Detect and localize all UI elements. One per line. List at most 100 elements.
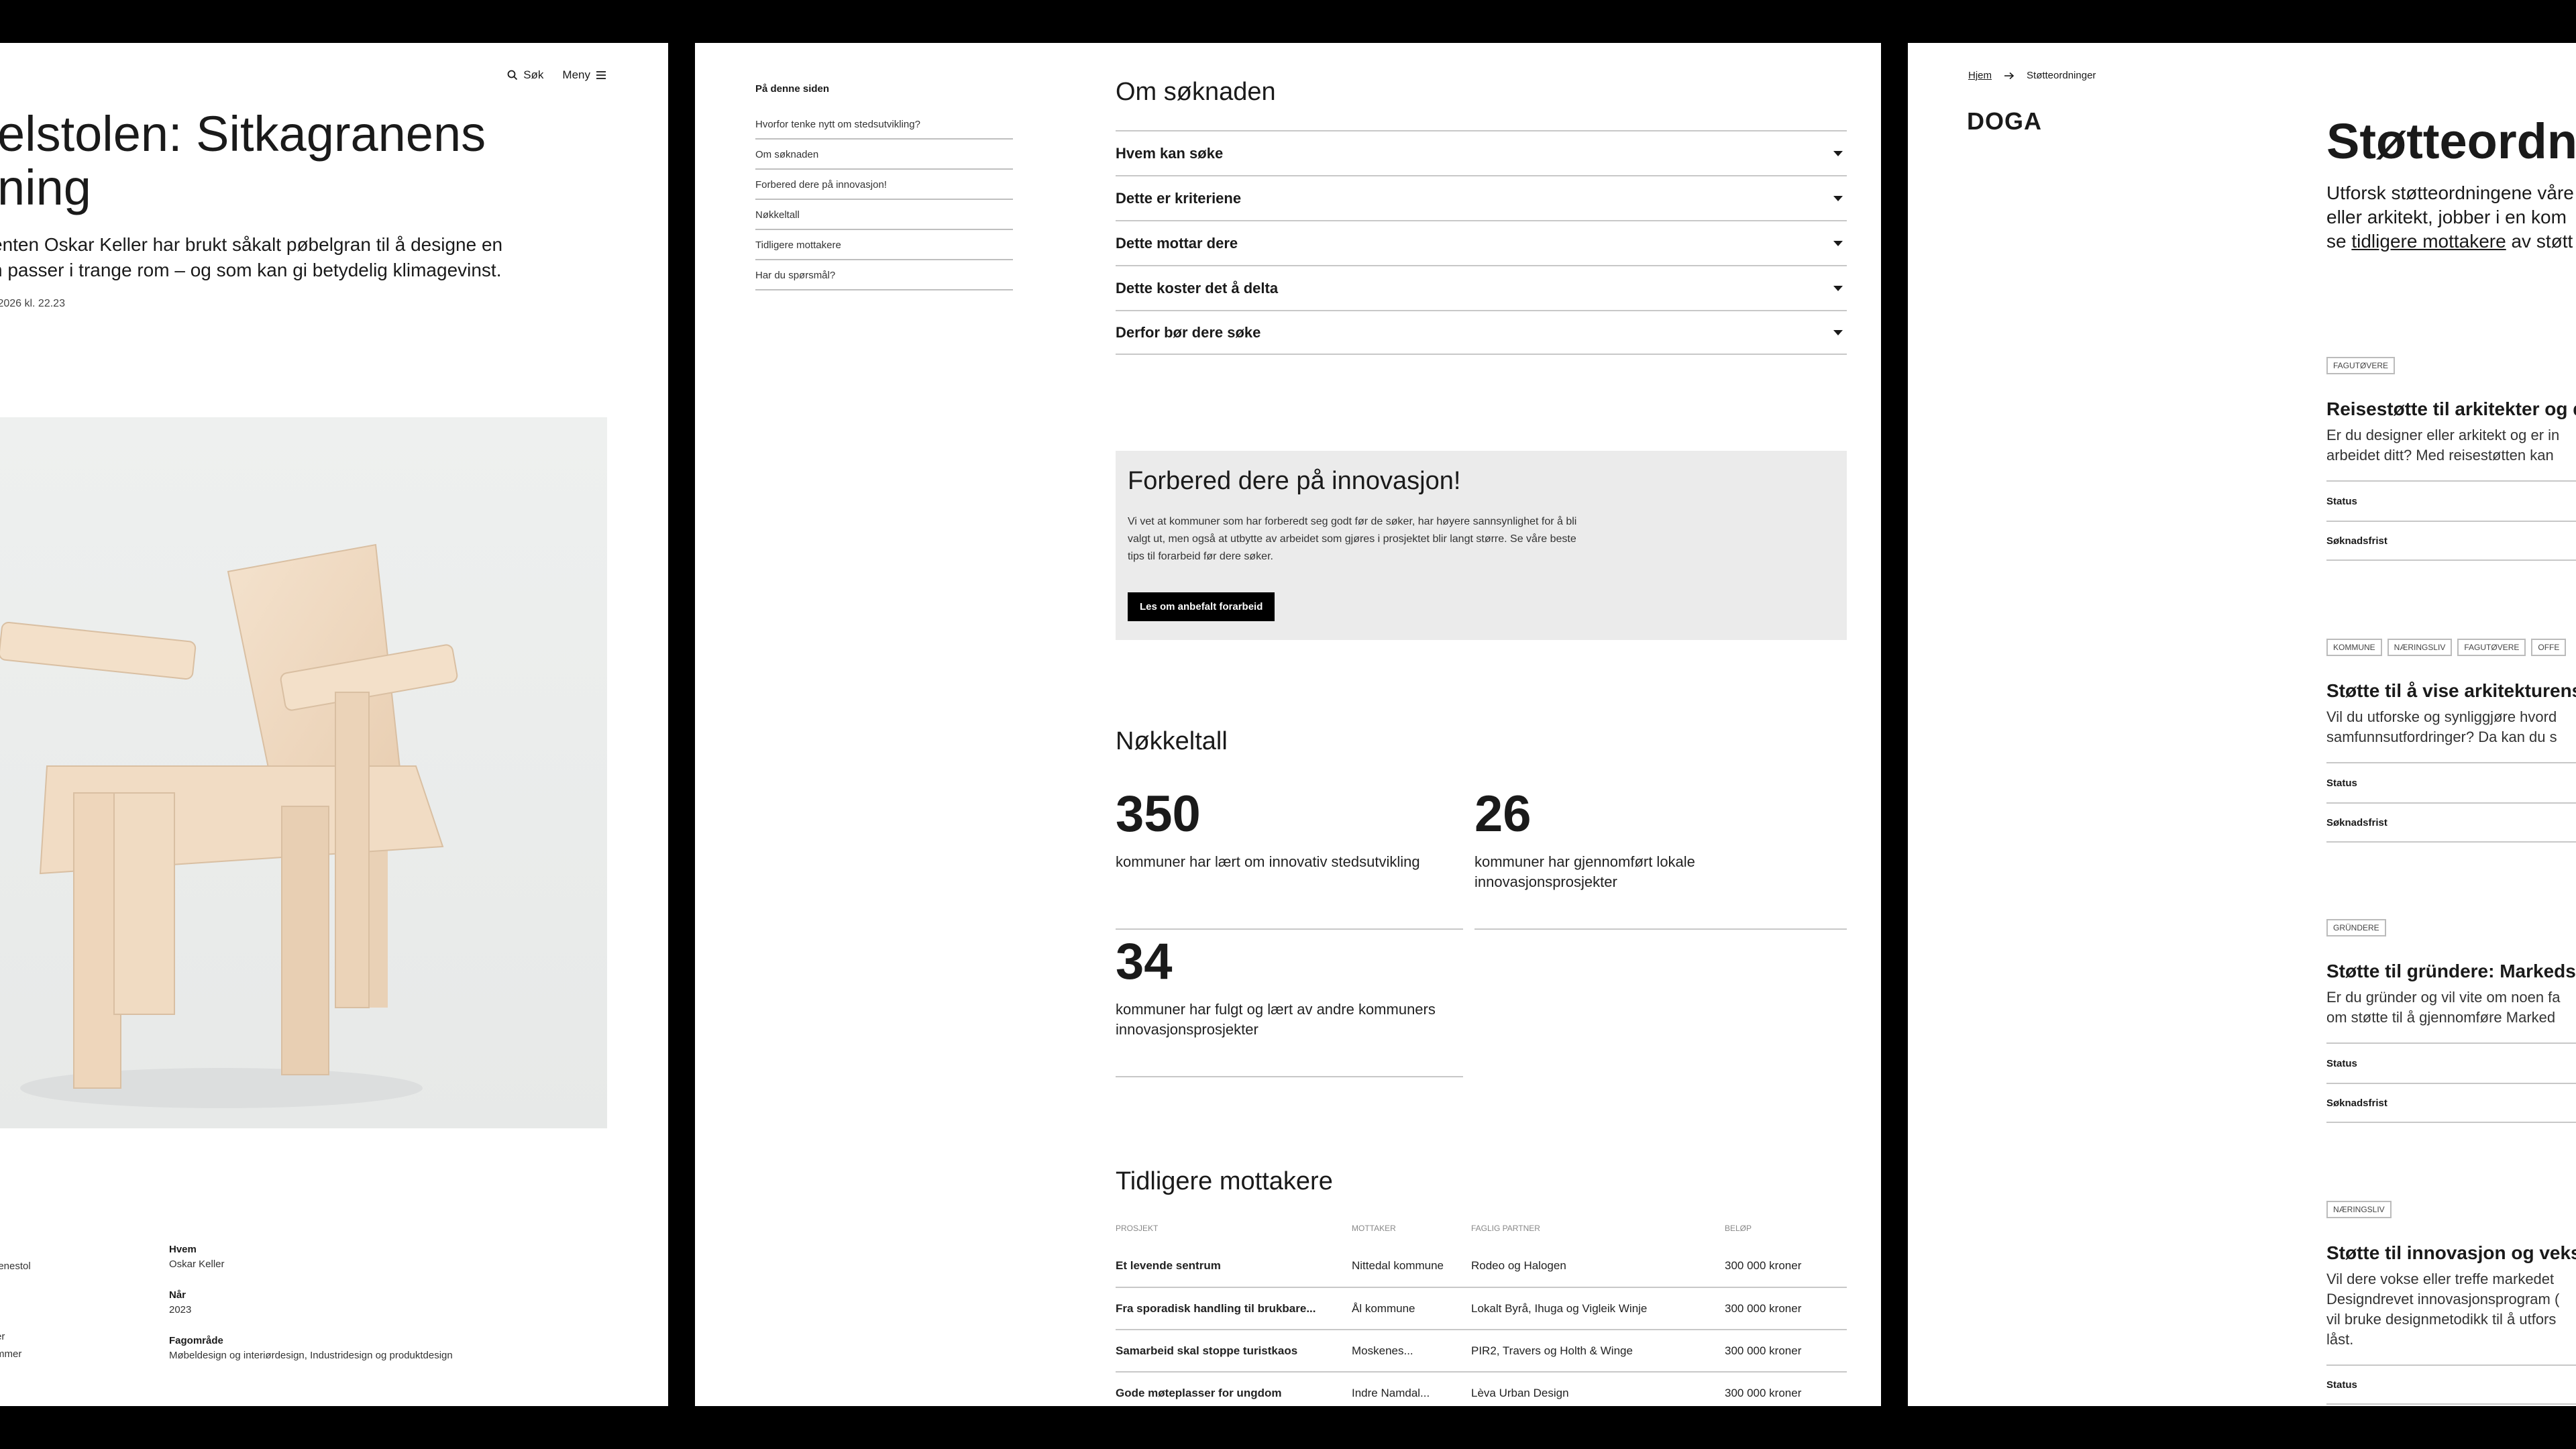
cell-recipient: Nittedal kommune xyxy=(1352,1245,1471,1288)
search-icon xyxy=(507,70,518,80)
caret-down-icon xyxy=(1833,150,1843,156)
audience-tag: FAGUTØVERE xyxy=(2326,357,2396,374)
cell-amount: 300 000 kroner xyxy=(1725,1330,1847,1373)
stat-number: 350 xyxy=(1116,786,1201,843)
tag-list: GRÜNDERE xyxy=(2326,919,2576,936)
info-who: Hvem Oskar Keller xyxy=(169,1242,545,1272)
card-title[interactable]: Støtte til gründere: Markedsk xyxy=(2326,961,2576,982)
stats-heading: Nøkkeltall xyxy=(1116,727,1228,755)
accordion-label: Hvem kan søke xyxy=(1116,144,1224,162)
stat-description: kommuner har fulgt og lært av andre komm… xyxy=(1116,1001,1436,1038)
status-row: Status xyxy=(2326,762,2576,802)
deadline-row: Søknadsfrist xyxy=(2326,802,2576,843)
search-button[interactable]: Søk xyxy=(507,68,543,82)
menu-button[interactable]: Meny xyxy=(562,68,606,82)
tag-list: KOMMUNE NÆRINGSLIV FAGUTØVERE OFFE xyxy=(2326,639,2576,656)
card-text: Vil du utforske og synliggjøre hvord sam… xyxy=(2326,708,2557,745)
toc-link[interactable]: Nøkkeltall xyxy=(755,209,1013,230)
doga-logo[interactable]: DOGA xyxy=(1967,107,2042,136)
status-row: Status xyxy=(2326,1364,2576,1405)
audience-tag: NÆRINGSLIV xyxy=(2326,1201,2392,1218)
cell-amount: 300 000 kroner xyxy=(1725,1245,1847,1288)
scheme-card[interactable]: FAGUTØVERE Reisestøtte til arkitekter og… xyxy=(2326,357,2576,561)
cell-project[interactable]: Fra sporadisk handling til brukbare... xyxy=(1116,1287,1352,1330)
accordion-item[interactable]: Dette er kriteriene xyxy=(1116,175,1847,220)
accordion-item[interactable]: Dette koster det å delta xyxy=(1116,265,1847,310)
recipients-heading: Tidligere mottakere xyxy=(1116,1167,1333,1195)
caret-down-icon xyxy=(1833,195,1843,201)
page-lead: Utforsk støtteordningene våre eller arki… xyxy=(2326,181,2574,254)
table-row[interactable]: Samarbeid skal stoppe turistkaos Moskene… xyxy=(1116,1330,1847,1373)
chair-image xyxy=(0,417,607,1128)
stat-description: kommuner har lært om innovativ stedsutvi… xyxy=(1116,853,1420,870)
table-row[interactable]: Gode møteplasser for ungdom Indre Namdal… xyxy=(1116,1372,1847,1406)
column-header: Beløp xyxy=(1725,1224,1752,1233)
audience-tag: FAGUTØVERE xyxy=(2457,639,2526,656)
stat-description: kommuner har gjennomført lokale innovasj… xyxy=(1474,853,1695,890)
hamburger-icon xyxy=(596,71,606,79)
read-more-button[interactable]: Les om anbefalt forarbeid xyxy=(1128,592,1275,621)
toc-link[interactable]: Hvorfor tenke nytt om stedsutvikling? xyxy=(755,119,1013,140)
caret-down-icon xyxy=(1833,329,1843,335)
card-title[interactable]: Støtte til å vise arkitekturens s xyxy=(2326,680,2576,702)
toc-link[interactable]: Tidligere mottakere xyxy=(755,239,1013,260)
project-info: Hvem Oskar Keller Når 2023 Fagområde Møb… xyxy=(169,1242,545,1379)
card-title[interactable]: Reisestøtte til arkitekter og de xyxy=(2326,398,2576,420)
accordion-label: Dette koster det å delta xyxy=(1116,279,1279,297)
cell-project[interactable]: Samarbeid skal stoppe turistkaos xyxy=(1116,1330,1352,1373)
stat-item: 350 kommuner har lært om innovativ steds… xyxy=(1116,788,1463,872)
table-of-contents: På denne siden Hvorfor tenke nytt om ste… xyxy=(755,83,1013,300)
breadcrumb-current: Støtteordninger xyxy=(2027,70,2096,81)
scheme-card[interactable]: KOMMUNE NÆRINGSLIV FAGUTØVERE OFFE Støtt… xyxy=(2326,639,2576,843)
fragment-text: mmer xyxy=(0,1348,22,1360)
accordion-item[interactable]: Hvem kan søke xyxy=(1116,130,1847,175)
scheme-card[interactable]: NÆRINGSLIV Støtte til innovasjon og veks… xyxy=(2326,1201,2576,1405)
cell-recipient: Ål kommune xyxy=(1352,1287,1471,1330)
cell-project[interactable]: Gode møteplasser for ungdom xyxy=(1116,1372,1352,1406)
article-title: elstolen: Sitkagranens ning xyxy=(0,106,486,215)
search-label: Søk xyxy=(523,68,544,81)
info-label: Hvem xyxy=(169,1244,197,1255)
scheme-card[interactable]: GRÜNDERE Støtte til gründere: Markedsk E… xyxy=(2326,919,2576,1123)
caret-down-icon xyxy=(1833,285,1843,291)
breadcrumb-home[interactable]: Hjem xyxy=(1968,70,1992,81)
column-header: Mottaker xyxy=(1352,1224,1396,1233)
article-panel: Søk Meny elstolen: Sitkagranens ning ent… xyxy=(0,43,668,1406)
lead-text-end: av støtt xyxy=(2506,231,2573,252)
card-title[interactable]: Støtte til innovasjon og vekst xyxy=(2326,1242,2576,1264)
divider xyxy=(1116,928,1463,930)
accordion-item[interactable]: Derfor bør dere søke xyxy=(1116,310,1847,355)
accordion-label: Dette mottar dere xyxy=(1116,234,1238,252)
table-row[interactable]: Et levende sentrum Nittedal kommune Rode… xyxy=(1116,1245,1847,1288)
cell-project[interactable]: Et levende sentrum xyxy=(1116,1245,1352,1288)
info-label: Når xyxy=(169,1289,186,1301)
info-label: Fagområde xyxy=(169,1335,223,1346)
audience-tag: GRÜNDERE xyxy=(2326,919,2386,936)
cell-partner: Lokalt Byrå, Ihuga og Vigleik Winje xyxy=(1471,1287,1725,1330)
card-text: Er du designer eller arkitekt og er in a… xyxy=(2326,427,2560,464)
article-lead: enten Oskar Keller har brukt såkalt pøbe… xyxy=(0,234,503,280)
promo-text: Vi vet at kommuner som har forberedt seg… xyxy=(1128,516,1577,562)
cell-partner: Lèva Urban Design xyxy=(1471,1372,1725,1406)
chair-illustration xyxy=(0,543,458,1108)
info-field: Fagområde Møbeldesign og interiørdesign,… xyxy=(169,1334,545,1363)
toc-link[interactable]: Om søknaden xyxy=(755,149,1013,170)
cell-partner: Rodeo og Halogen xyxy=(1471,1245,1725,1288)
toc-link[interactable]: Forbered dere på innovasjon! xyxy=(755,179,1013,200)
table-row[interactable]: Fra sporadisk handling til brukbare... Å… xyxy=(1116,1287,1847,1330)
divider xyxy=(1474,928,1847,930)
page-title: Støtteordn xyxy=(2326,113,2576,169)
cell-amount: 300 000 kroner xyxy=(1725,1372,1847,1406)
accordion-item[interactable]: Dette mottar dere xyxy=(1116,220,1847,265)
cell-recipient: Indre Namdal... xyxy=(1352,1372,1471,1406)
accordion-label: Dette er kriteriene xyxy=(1116,189,1242,207)
previous-recipients-link[interactable]: tidligere mottakere xyxy=(2351,231,2506,252)
stat-number: 26 xyxy=(1474,786,1532,843)
breadcrumb: Hjem Støtteordninger xyxy=(1968,70,2096,81)
program-panel: På denne siden Hvorfor tenke nytt om ste… xyxy=(695,43,1881,1406)
tag-list: FAGUTØVERE xyxy=(2326,357,2576,374)
divider xyxy=(1116,1076,1463,1077)
audience-tag: KOMMUNE xyxy=(2326,639,2382,656)
toc-link[interactable]: Har du spørsmål? xyxy=(755,270,1013,290)
stat-number: 34 xyxy=(1116,933,1173,990)
